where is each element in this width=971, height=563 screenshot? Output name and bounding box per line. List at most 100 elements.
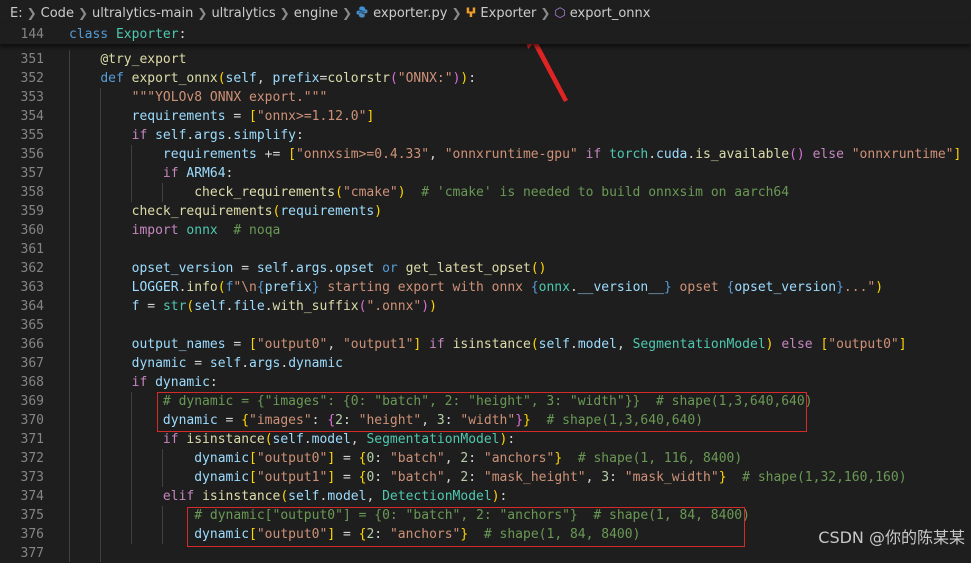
line-number: 373 (20, 470, 44, 485)
watermark: CSDN @你的陈某某 (818, 528, 965, 547)
code-token: info (186, 280, 218, 295)
code-token: # shape(1, 116, 8400) (577, 451, 743, 466)
code-token: "anchors" (483, 451, 555, 466)
code-token: , (444, 451, 461, 466)
line-number: 377 (20, 546, 44, 561)
code-token: self (256, 261, 289, 276)
code-line[interactable]: 367 dynamic = self.args.dynamic (0, 354, 971, 373)
code-token: opset_version (131, 261, 234, 276)
line-number: 357 (20, 166, 44, 181)
method-symbol-icon: ⬡ (554, 5, 566, 21)
code-line[interactable]: 371 if isinstance(self.model, Segmentati… (0, 430, 971, 449)
code-token: { (256, 280, 265, 295)
code-content: check_requirements("cmake") # 'cmake' is… (69, 183, 789, 202)
code-line[interactable]: 360 import onnx # noqa (0, 221, 971, 240)
code-line[interactable]: 357 if ARM64: (0, 164, 971, 183)
code-token: : (296, 128, 304, 143)
code-token: } (718, 470, 727, 485)
code-token: , (444, 470, 461, 485)
code-token: . (288, 261, 296, 276)
code-content: if self.args.simplify: (69, 126, 304, 145)
code-line[interactable]: 361 (0, 240, 971, 259)
code-line[interactable]: 374 elif isinstance(self.model, Detectio… (0, 487, 971, 506)
code-token: if (131, 375, 156, 390)
code-line[interactable]: 358 check_requirements("cmake") # 'cmake… (0, 183, 971, 202)
code-token: else (773, 337, 821, 352)
code-token: . (280, 356, 289, 371)
breadcrumb-file[interactable]: exporter.py (356, 6, 447, 21)
code-line[interactable]: 366 output_names = ["output0", "output1"… (0, 335, 971, 354)
code-token: += (256, 147, 289, 162)
code-token: isinstance (452, 337, 531, 352)
code-line[interactable]: 352 def export_onnx(self, prefix=colorst… (0, 69, 971, 88)
code-line[interactable]: 351 @try_export (0, 50, 971, 69)
code-token: if (162, 166, 187, 181)
code-content: LOGGER.info(f"\n{prefix} starting export… (69, 278, 883, 297)
code-token: dynamic (131, 356, 187, 371)
code-token: . (648, 147, 657, 162)
code-content: dynamic["output0"] = {0: "batch", 2: "an… (69, 449, 742, 468)
code-token: colorstr (327, 71, 390, 86)
sticky-scroll-line[interactable]: 144 class Exporter: (0, 25, 971, 44)
code-line[interactable]: 362 opset_version = self.args.opset or g… (0, 259, 971, 278)
code-content: if dynamic: (69, 373, 218, 392)
breadcrumb-ultralytics[interactable]: ultralytics (211, 6, 275, 21)
code-line[interactable]: 372 dynamic["output0"] = {0: "batch", 2:… (0, 449, 971, 468)
code-line[interactable]: 353 """YOLOv8 ONNX export.""" (0, 88, 971, 107)
code-token: isinstance (202, 489, 281, 504)
line-number: 372 (20, 451, 44, 466)
line-number: 369 (20, 394, 44, 409)
code-token: dynamic (194, 470, 250, 485)
code-token: , (585, 470, 602, 485)
code-token: } (311, 280, 320, 295)
line-number: 358 (20, 185, 44, 200)
code-line[interactable]: 365 (0, 316, 971, 335)
code-line[interactable]: 356 requirements += ["onnxsim>=0.4.33", … (0, 145, 971, 164)
breadcrumb-code[interactable]: Code (41, 6, 74, 21)
code-line[interactable]: 354 requirements = ["onnx>=1.12.0"] (0, 107, 971, 126)
code-content: dynamic = self.args.dynamic (69, 354, 343, 373)
code-token: __version__ (577, 280, 664, 295)
code-token: """YOLOv8 ONNX export.""" (131, 90, 328, 105)
code-token: SegmentationModel (632, 337, 766, 352)
code-token: ) (397, 185, 406, 200)
code-line[interactable]: 373 dynamic["output1"] = {0: "batch", 2:… (0, 468, 971, 487)
breadcrumb-engine[interactable]: engine (294, 6, 338, 21)
code-line[interactable]: 363 LOGGER.info(f"\n{prefix} starting ex… (0, 278, 971, 297)
code-content: requirements += ["onnxsim>=0.4.33", "onn… (69, 145, 961, 164)
code-token: self (194, 299, 226, 314)
breadcrumb-ultralytics-main[interactable]: ultralytics-main (92, 6, 193, 21)
line-number: 376 (20, 527, 44, 542)
code-token: ] (953, 147, 962, 162)
code-token: "onnxsim>=0.4.33" (295, 147, 430, 162)
code-token: model (311, 432, 351, 447)
code-token: () (789, 147, 805, 162)
line-number: 359 (20, 204, 44, 219)
breadcrumb-class[interactable]: ⵖ Exporter (466, 6, 537, 21)
code-editor[interactable]: 351 @try_export 352 def export_onnx(self,… (0, 50, 971, 562)
code-token: ] (327, 470, 336, 485)
code-token: ) (491, 489, 500, 504)
code-line[interactable]: 359 check_requirements(requirements) (0, 202, 971, 221)
code-token: check_requirements (194, 185, 336, 200)
code-token: args (249, 356, 281, 371)
code-content: requirements = ["onnx>=1.12.0"] (69, 107, 375, 126)
breadcrumb-method[interactable]: ⬡ export_onnx (554, 6, 650, 21)
code-token: def (100, 71, 132, 86)
code-token: : (499, 489, 508, 504)
code-token: else (804, 147, 852, 162)
code-token: "\n (233, 280, 257, 295)
code-token: "mask_width" (624, 470, 719, 485)
code-token: , (429, 147, 445, 162)
code-token: dynamic (155, 375, 210, 390)
code-line[interactable]: 368 if dynamic: (0, 373, 971, 392)
breadcrumb-drive[interactable]: E: (10, 6, 23, 21)
code-token: , (350, 432, 367, 447)
code-content: opset_version = self.args.opset or get_l… (69, 259, 547, 278)
code-line[interactable]: 355 if self.args.simplify: (0, 126, 971, 145)
code-line[interactable]: 364 f = str(self.file.with_suffix(".onnx… (0, 297, 971, 316)
